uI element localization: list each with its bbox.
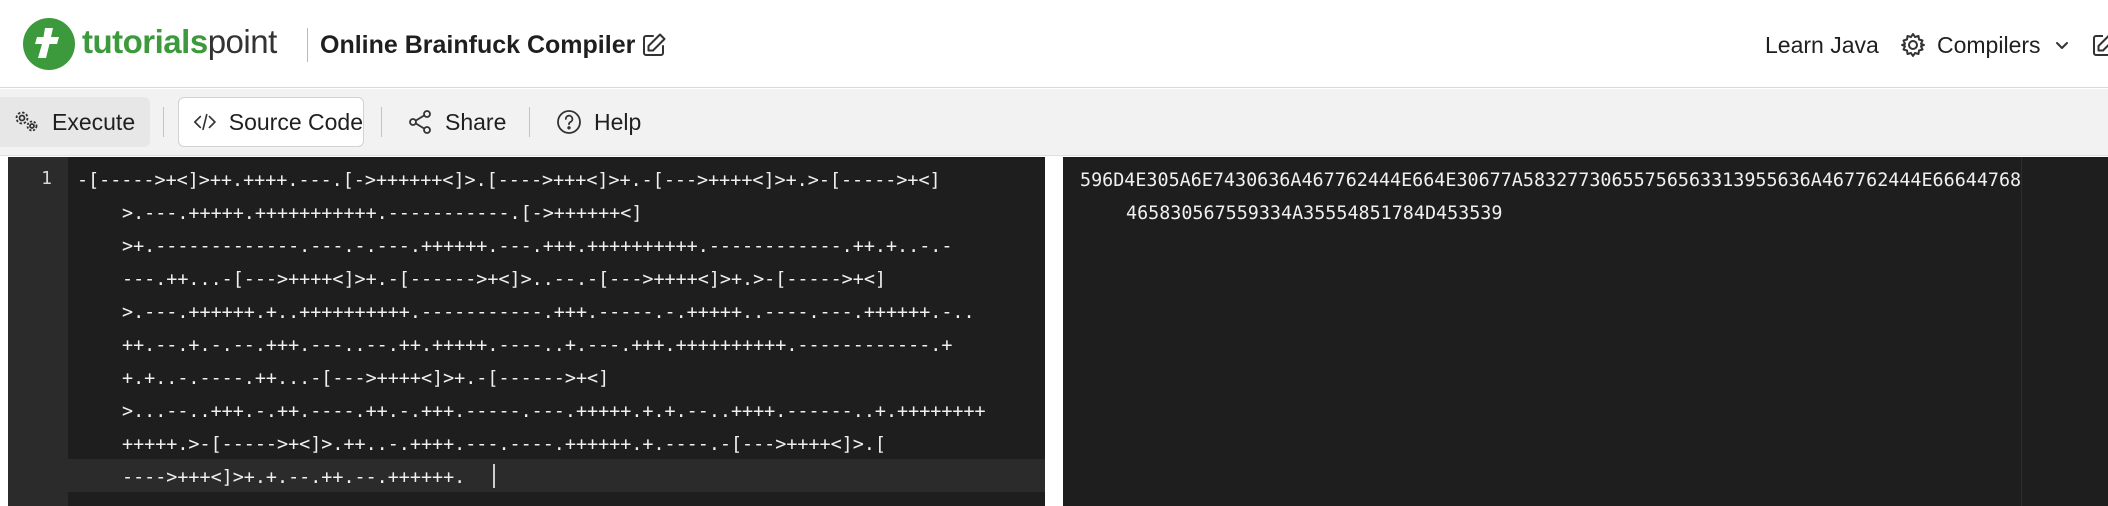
share-icon <box>409 110 431 134</box>
edit-icon[interactable] <box>2090 31 2108 59</box>
execute-button[interactable]: Execute <box>0 97 150 147</box>
brand-part-2: point <box>207 23 278 60</box>
output-panel: 596D4E305A6E7430636A467762444E664E30677A… <box>1063 157 2108 506</box>
output-print-margin <box>2021 157 2022 506</box>
code-line: +++++.>-[----->+<]>.++..-.++++.---.----.… <box>122 434 886 455</box>
tutorialspoint-logo-icon[interactable] <box>23 18 75 70</box>
code-line: ---.++...-[--->++++<]>+.-[------>+<]>..-… <box>122 269 886 290</box>
toolbar-separator <box>529 107 530 137</box>
brand-name[interactable]: tutorialspoint <box>82 20 277 64</box>
code-line: >.---.+++++.+++++++++++.-----------.[->+… <box>122 203 643 224</box>
output-line: 465830567559334A35554851784D453539 <box>1126 203 1503 224</box>
page-title: Online Brainfuck Compiler <box>320 31 636 59</box>
execute-label: Execute <box>52 108 136 135</box>
pane-splitter[interactable] <box>1045 157 1063 506</box>
compilers-label: Compilers <box>1937 31 2041 58</box>
compilers-menu[interactable]: Compilers <box>1899 28 2071 62</box>
help-icon <box>557 110 581 134</box>
editor-toolbar: Execute Source Code Share Help <box>0 89 2108 156</box>
text-cursor <box>493 464 495 488</box>
gears-icon <box>15 111 38 132</box>
share-label: Share <box>445 108 507 135</box>
line-number-gutter: 1 <box>8 157 68 506</box>
source-code-label: Source Code <box>228 108 363 135</box>
source-code-button[interactable]: Source Code <box>178 97 364 147</box>
top-header: tutorialspoint Online Brainfuck Compiler… <box>0 0 2108 88</box>
help-label: Help <box>594 108 642 135</box>
code-line: ---->+++<]>+.+.--.++.--.++++++. <box>122 467 466 488</box>
gear-icon <box>1901 33 1925 57</box>
brand-part-1: tutorials <box>82 23 208 60</box>
help-button[interactable]: Help <box>554 97 641 147</box>
code-icon <box>194 113 216 131</box>
chevron-down-icon <box>2055 42 2068 49</box>
code-line: ++.--.+.-.--.+++.---..--.++.+++++.----..… <box>122 335 953 356</box>
share-button[interactable]: Share <box>405 97 506 147</box>
code-line: +.+..-.----.++...-[--->++++<]>+.-[------… <box>122 368 610 389</box>
header-divider <box>307 28 308 62</box>
toolbar-separator <box>163 107 164 137</box>
toolbar-separator <box>381 107 382 137</box>
output-line: 596D4E305A6E7430636A467762444E664E30677A… <box>1080 170 2022 191</box>
line-number: 1 <box>41 168 52 189</box>
edit-title-icon[interactable] <box>640 31 668 59</box>
code-editor[interactable]: 1 -[----->+<]>++.++++.---.[->++++++<]>.[… <box>8 157 1045 506</box>
code-line: -[----->+<]>++.++++.---.[->++++++<]>.[--… <box>77 170 941 191</box>
learn-java-link[interactable]: Learn Java <box>1765 28 1879 62</box>
code-line: >+.-------------.---.-.---.++++++.---.++… <box>122 236 953 257</box>
code-line: >...--..+++.-.++.----.++.-.+++.-----.---… <box>122 401 986 422</box>
code-line: >.---.++++++.+..++++++++++.-----------.+… <box>122 302 975 323</box>
